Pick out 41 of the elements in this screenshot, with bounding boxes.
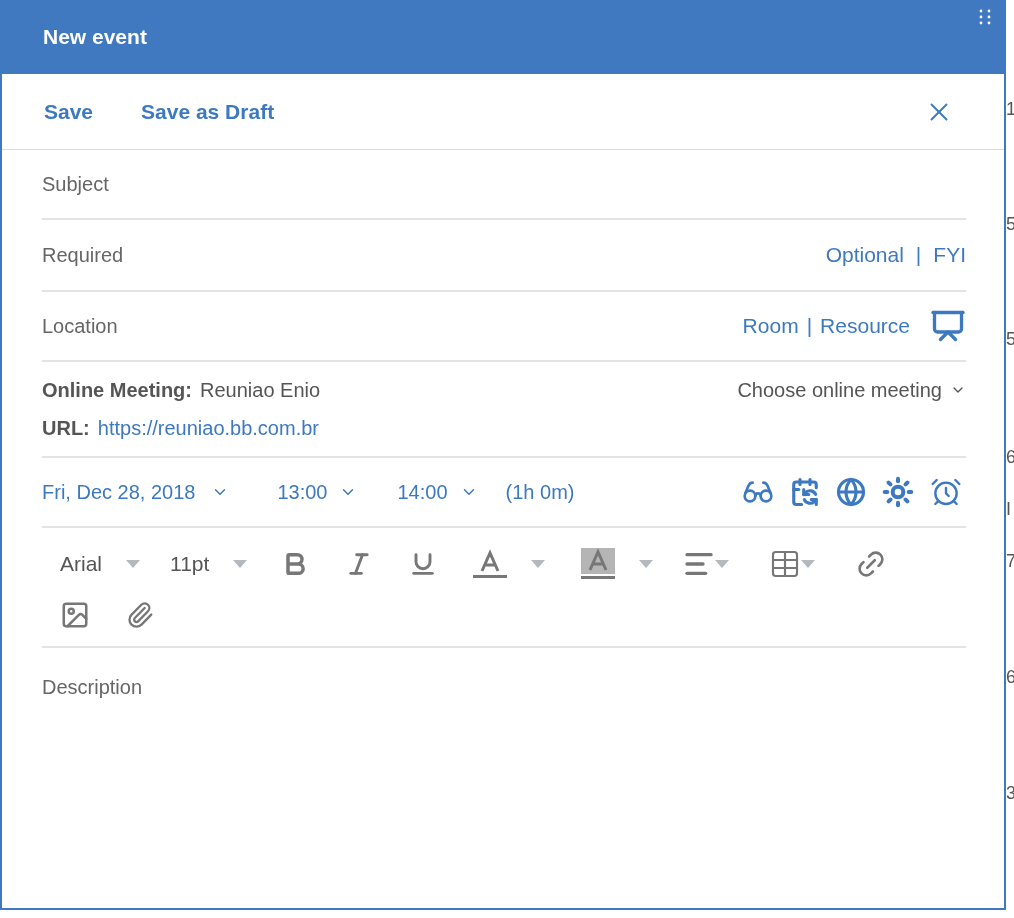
caret-icon bbox=[715, 560, 730, 568]
date-dropdown[interactable]: Fri, Dec 28, 2018 bbox=[42, 477, 230, 507]
end-time-dropdown[interactable]: 14:00 bbox=[397, 477, 478, 507]
caret-icon bbox=[233, 560, 248, 568]
globe-icon[interactable] bbox=[836, 477, 866, 507]
calendar-arrows-icon[interactable] bbox=[790, 477, 820, 507]
highlight-color-icon[interactable] bbox=[581, 548, 616, 580]
caret-icon bbox=[639, 560, 654, 568]
description-field[interactable]: Description bbox=[42, 672, 966, 872]
url-link[interactable]: https://reuniao.bb.com.br bbox=[97, 413, 319, 443]
separator: | bbox=[806, 313, 813, 340]
optional-link[interactable]: Optional bbox=[825, 239, 904, 271]
room-link[interactable]: Room bbox=[742, 310, 799, 342]
caret-icon bbox=[531, 560, 546, 568]
projector-screen-icon[interactable] bbox=[930, 308, 966, 344]
online-meeting-label: Online Meeting: bbox=[42, 378, 192, 403]
separator: | bbox=[915, 242, 922, 269]
text-field[interactable]: Subject bbox=[42, 164, 966, 204]
choose-online-meeting-dropdown[interactable]: Choose online meeting bbox=[737, 375, 966, 405]
fyi-link[interactable]: FYI bbox=[933, 239, 966, 271]
font-color-icon[interactable] bbox=[473, 549, 508, 579]
image-icon[interactable] bbox=[60, 600, 90, 630]
calendar-label: I bbox=[1006, 500, 1012, 518]
font-size-dropdown[interactable]: 11pt bbox=[170, 548, 248, 580]
caret-icon bbox=[801, 560, 816, 568]
duration: (1h 0m) bbox=[505, 480, 575, 505]
dialog-title: New event bbox=[43, 24, 147, 51]
font-dropdown[interactable]: Arial bbox=[60, 548, 140, 580]
sun-icon[interactable] bbox=[882, 476, 914, 508]
url-label: URL: bbox=[42, 416, 90, 441]
text-field[interactable]: Location bbox=[42, 306, 743, 346]
text-field[interactable]: Required bbox=[42, 235, 826, 275]
drag-handle-icon bbox=[978, 8, 992, 26]
paperclip-icon[interactable] bbox=[126, 601, 154, 629]
online-meeting-value: Reuniao Enio bbox=[200, 378, 321, 403]
resource-link[interactable]: Resource bbox=[820, 310, 910, 342]
caret-icon bbox=[126, 560, 140, 568]
save-draft-button[interactable]: Save as Draft bbox=[141, 95, 275, 128]
save-button[interactable]: Save bbox=[44, 95, 94, 128]
alarm-clock-icon[interactable] bbox=[930, 476, 962, 508]
start-time-dropdown[interactable]: 13:00 bbox=[277, 477, 358, 507]
